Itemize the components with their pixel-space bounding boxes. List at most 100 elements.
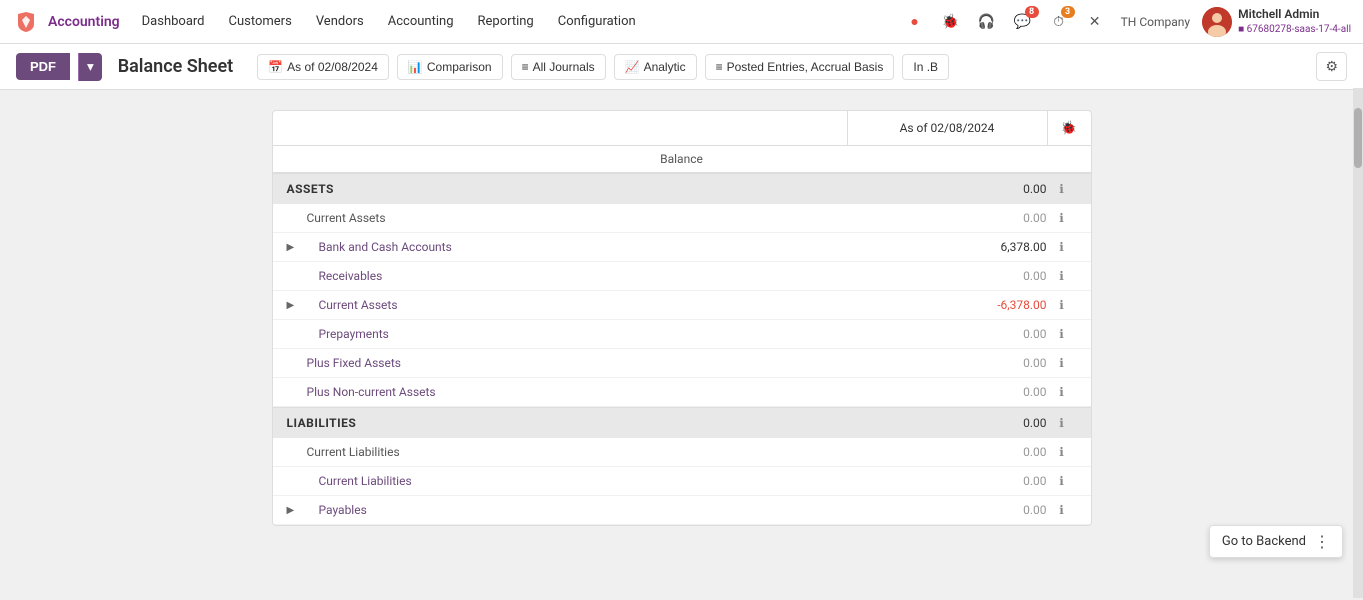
receivables-row[interactable]: Receivables 0.00 ℹ <box>273 262 1091 291</box>
current-liabilities-header-amount: 0.00 <box>967 445 1047 459</box>
bank-cash-row[interactable]: ▶ Bank and Cash Accounts 6,378.00 ℹ <box>273 233 1091 262</box>
chart-icon: 📊 <box>408 60 423 74</box>
receivables-amount: 0.00 <box>967 269 1047 283</box>
user-info[interactable]: Mitchell Admin ■ 67680278-saas-17-4-all <box>1202 7 1351 37</box>
report-container: As of 02/08/2024 🐞 Balance ASSETS 0.00 ℹ… <box>272 110 1092 526</box>
brand-label[interactable]: Accounting <box>48 14 120 30</box>
goto-backend-button[interactable]: Go to Backend ⋮ <box>1209 525 1343 558</box>
receivables-info[interactable]: ℹ <box>1047 269 1077 283</box>
current-liabilities-header-info[interactable]: ℹ <box>1047 445 1077 459</box>
noncurrent-assets-row[interactable]: Plus Non-current Assets 0.00 ℹ <box>273 378 1091 407</box>
current-liabilities-header-label: Current Liabilities <box>303 445 967 459</box>
prepayments-info[interactable]: ℹ <box>1047 327 1077 341</box>
prepayments-amount: 0.00 <box>967 327 1047 341</box>
messages-badge: 8 <box>1025 6 1039 18</box>
user-details: Mitchell Admin ■ 67680278-saas-17-4-all <box>1238 7 1351 36</box>
current-assets-sub-label: Current Assets <box>303 298 967 312</box>
nav-dashboard[interactable]: Dashboard <box>132 10 215 33</box>
user-id: ■ 67680278-saas-17-4-all <box>1238 23 1351 36</box>
fixed-assets-amount: 0.00 <box>967 356 1047 370</box>
support-icon[interactable]: 🎧 <box>973 8 1001 36</box>
payables-row[interactable]: ▶ Payables 0.00 ℹ <box>273 496 1091 525</box>
assets-info-icon[interactable]: ℹ <box>1047 182 1077 196</box>
inb-filter-label: In .B <box>913 60 938 74</box>
nav-configuration[interactable]: Configuration <box>548 10 646 33</box>
nav-customers[interactable]: Customers <box>219 10 302 33</box>
inb-filter-button[interactable]: In .B <box>902 54 949 80</box>
close-icon[interactable]: ✕ <box>1081 8 1109 36</box>
noncurrent-assets-label: Plus Non-current Assets <box>303 385 967 399</box>
messages-icon[interactable]: 💬 8 <box>1009 8 1037 36</box>
scrollbar-thumb[interactable] <box>1354 108 1362 168</box>
expand-chevron-icon: ▶ <box>287 242 303 253</box>
current-liabilities-sub-info[interactable]: ℹ <box>1047 474 1077 488</box>
nav-reporting[interactable]: Reporting <box>468 10 544 33</box>
top-nav: Accounting Dashboard Customers Vendors A… <box>0 0 1363 44</box>
noncurrent-assets-amount: 0.00 <box>967 385 1047 399</box>
pdf-caret-button[interactable]: ▾ <box>78 53 102 81</box>
report-settings-icon[interactable]: 🐞 <box>1047 111 1091 145</box>
assets-label: ASSETS <box>287 182 967 196</box>
current-liabilities-sub-label: Current Liabilities <box>303 474 967 488</box>
toolbar: PDF ▾ Balance Sheet 📅 As of 02/08/2024 📊… <box>0 44 1363 90</box>
journals-filter-label: All Journals <box>533 60 595 74</box>
payables-label: Payables <box>303 503 967 517</box>
activity-icon[interactable]: ⏱ 3 <box>1045 8 1073 36</box>
bank-cash-amount: 6,378.00 <box>967 240 1047 254</box>
journals-icon: ≡ <box>522 60 529 74</box>
report-balance-label: Balance <box>273 146 1091 173</box>
liabilities-section-header: LIABILITIES 0.00 ℹ <box>273 407 1091 438</box>
expand-chevron-icon2: ▶ <box>287 300 303 311</box>
current-assets-amount: 0.00 <box>967 211 1047 225</box>
user-avatar <box>1202 7 1232 37</box>
liabilities-label: LIABILITIES <box>287 416 967 430</box>
calendar-icon: 📅 <box>268 60 283 74</box>
liabilities-info-icon[interactable]: ℹ <box>1047 416 1077 430</box>
nav-accounting[interactable]: Accounting <box>378 10 464 33</box>
bank-cash-info[interactable]: ℹ <box>1047 240 1077 254</box>
prepayments-row[interactable]: Prepayments 0.00 ℹ <box>273 320 1091 349</box>
current-liabilities-sub-row[interactable]: Current Liabilities 0.00 ℹ <box>273 467 1091 496</box>
fixed-assets-row[interactable]: Plus Fixed Assets 0.00 ℹ <box>273 349 1091 378</box>
red-circle-icon[interactable]: ● <box>901 8 929 36</box>
activity-badge: 3 <box>1061 6 1075 18</box>
entries-filter-button[interactable]: ≡ Posted Entries, Accrual Basis <box>705 54 895 80</box>
analytic-filter-button[interactable]: 📈 Analytic <box>614 54 697 80</box>
bug-icon[interactable]: 🐞 <box>937 8 965 36</box>
main-content: As of 02/08/2024 🐞 Balance ASSETS 0.00 ℹ… <box>0 90 1363 600</box>
analytic-icon: 📈 <box>625 60 640 74</box>
analytic-filter-label: Analytic <box>644 60 686 74</box>
report-header: As of 02/08/2024 🐞 <box>273 111 1091 146</box>
expand-chevron-icon3: ▶ <box>287 505 303 516</box>
bank-cash-label: Bank and Cash Accounts <box>303 240 967 254</box>
fixed-assets-info[interactable]: ℹ <box>1047 356 1077 370</box>
assets-amount: 0.00 <box>967 182 1047 196</box>
current-assets-sub-info[interactable]: ℹ <box>1047 298 1077 312</box>
pdf-button[interactable]: PDF <box>16 53 70 80</box>
current-assets-header-row[interactable]: Current Assets 0.00 ℹ <box>273 204 1091 233</box>
prepayments-label: Prepayments <box>303 327 967 341</box>
current-assets-sub-row[interactable]: ▶ Current Assets -6,378.00 ℹ <box>273 291 1091 320</box>
noncurrent-assets-info[interactable]: ℹ <box>1047 385 1077 399</box>
nav-vendors[interactable]: Vendors <box>306 10 374 33</box>
fixed-assets-label: Plus Fixed Assets <box>303 356 967 370</box>
comparison-filter-label: Comparison <box>427 60 492 74</box>
current-liabilities-header-row[interactable]: Current Liabilities 0.00 ℹ <box>273 438 1091 467</box>
current-assets-label: Current Assets <box>303 211 967 225</box>
entries-filter-label: Posted Entries, Accrual Basis <box>727 60 884 74</box>
entries-icon: ≡ <box>716 60 723 74</box>
current-assets-info[interactable]: ℹ <box>1047 211 1077 225</box>
assets-section-header: ASSETS 0.00 ℹ <box>273 173 1091 204</box>
payables-info[interactable]: ℹ <box>1047 503 1077 517</box>
goto-backend-more-icon[interactable]: ⋮ <box>1314 532 1330 551</box>
company-label[interactable]: TH Company <box>1121 15 1190 29</box>
report-date-header: As of 02/08/2024 <box>847 111 1047 145</box>
receivables-label: Receivables <box>303 269 967 283</box>
journals-filter-button[interactable]: ≡ All Journals <box>511 54 606 80</box>
app-logo <box>12 8 40 36</box>
comparison-filter-button[interactable]: 📊 Comparison <box>397 54 503 80</box>
settings-button[interactable]: ⚙ <box>1316 52 1347 81</box>
date-filter-button[interactable]: 📅 As of 02/08/2024 <box>257 54 389 80</box>
report-header-spacer <box>273 111 847 145</box>
scrollbar[interactable] <box>1353 88 1363 598</box>
